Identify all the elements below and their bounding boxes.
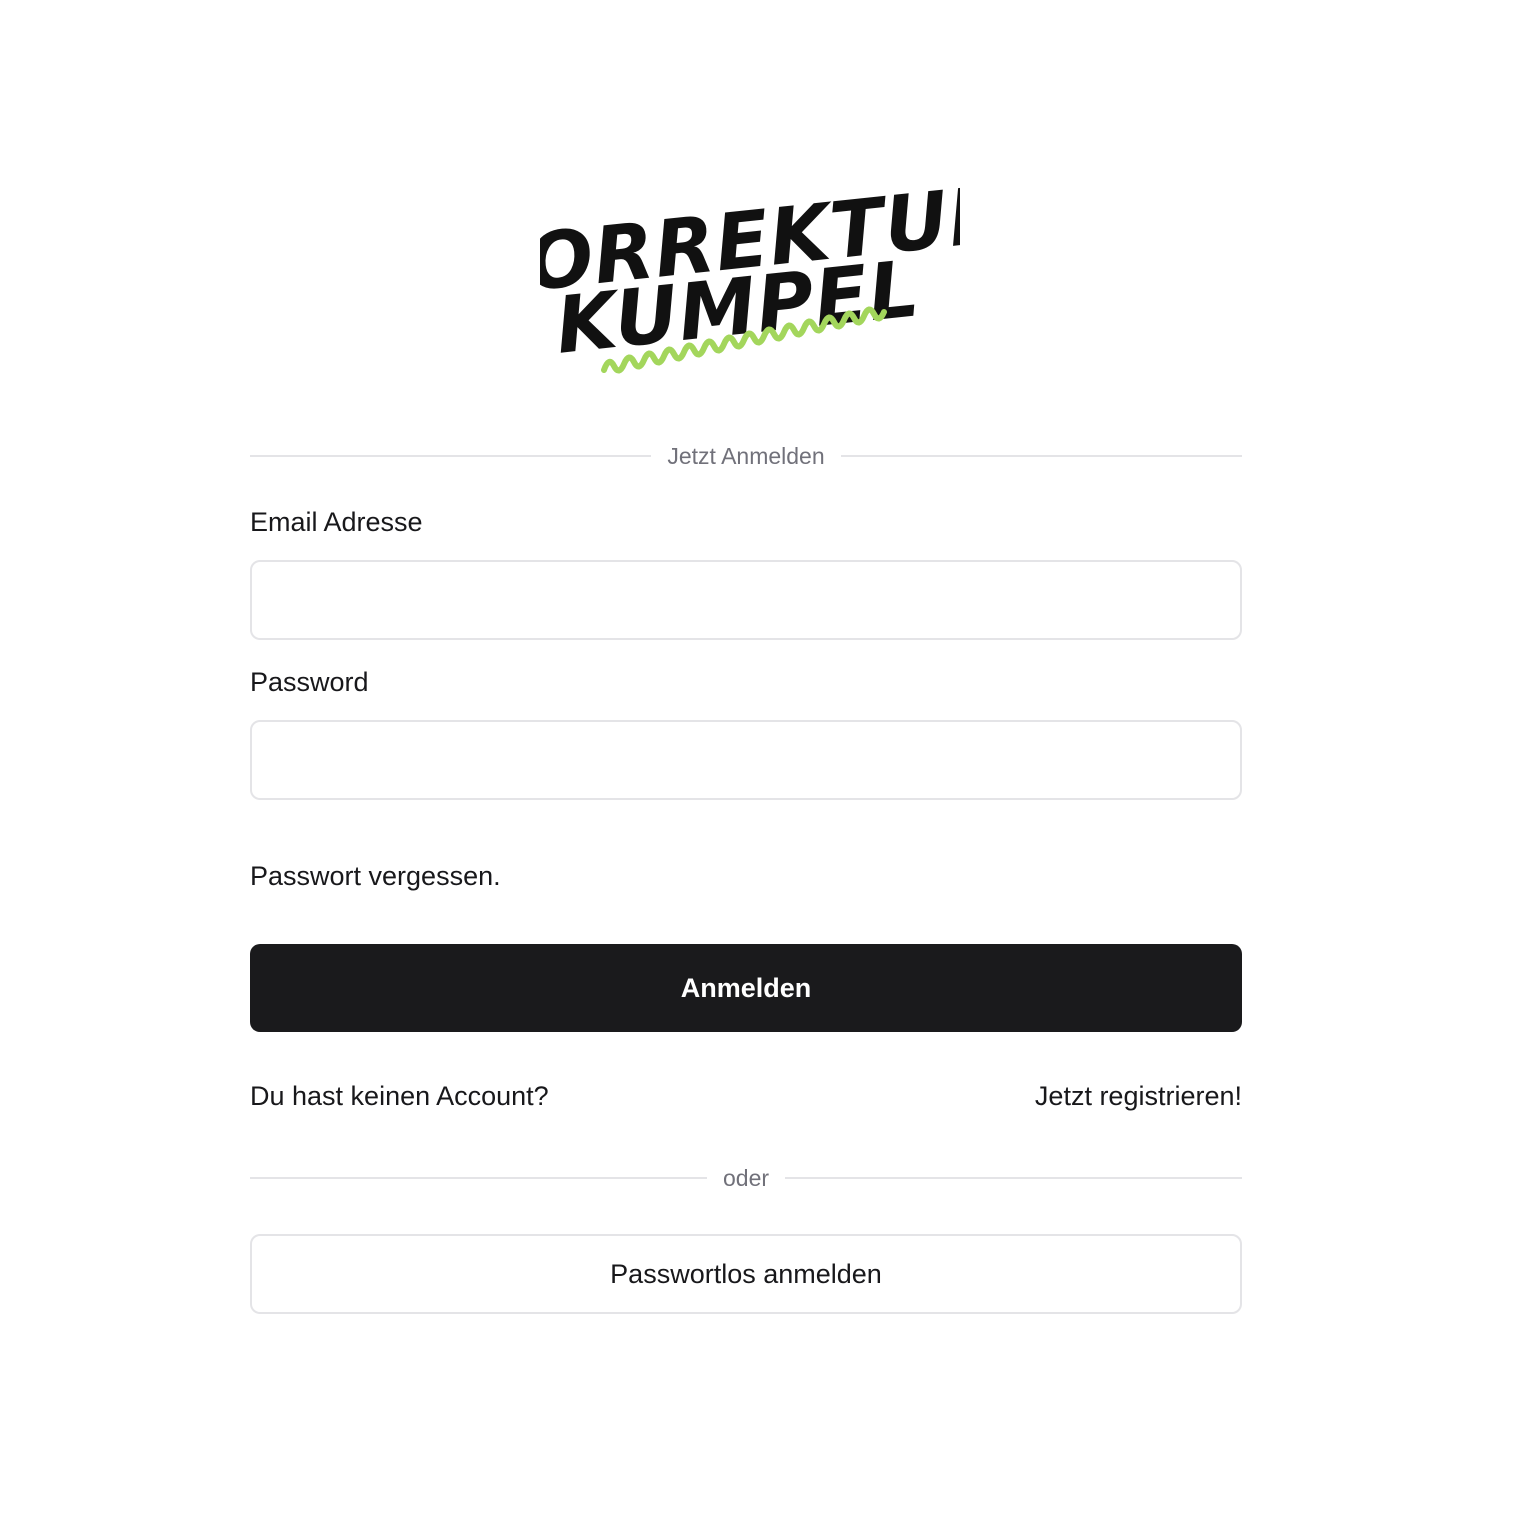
password-field[interactable] [250,720,1242,800]
register-link[interactable]: Jetzt registrieren! [1035,1081,1242,1112]
login-divider: Jetzt Anmelden [250,441,1243,471]
email-label: Email Adresse [250,507,423,537]
divider-line-left [250,1177,707,1179]
alternative-divider: oder [250,1163,1243,1193]
passwordless-login-button[interactable]: Passwortlos anmelden [250,1234,1242,1314]
email-field[interactable] [250,560,1242,640]
password-label: Password [250,667,369,697]
divider-line-right [785,1177,1243,1179]
login-button[interactable]: Anmelden [250,944,1242,1032]
login-divider-label: Jetzt Anmelden [667,442,825,469]
alternative-divider-label: oder [722,1164,770,1191]
divider-line-right [840,455,1243,457]
divider-line-left [250,455,652,457]
logo-graphic: KORREKTUR KUMPEL [540,180,960,374]
korrektur-kumpel-logo: KORREKTUR KUMPEL [540,180,960,380]
register-prompt: Du hast keinen Account? [250,1081,549,1111]
forgot-password-link[interactable]: Passwort vergessen. [250,861,501,892]
